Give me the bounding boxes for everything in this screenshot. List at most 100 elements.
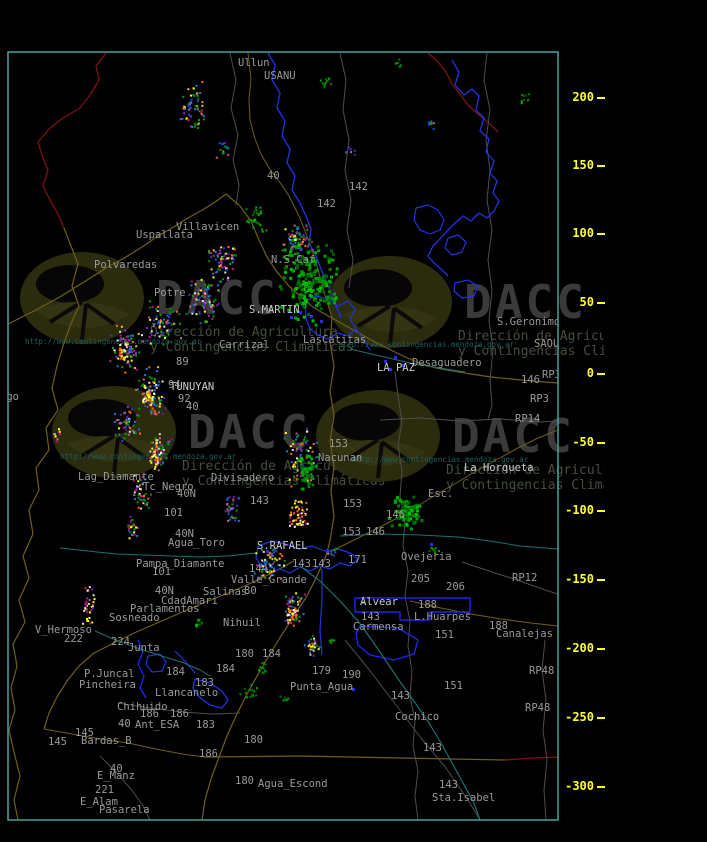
map-label: RP48 bbox=[529, 665, 554, 677]
map-label: Divisadero bbox=[211, 472, 274, 484]
radar-echo bbox=[86, 589, 89, 592]
radar-echo bbox=[219, 148, 222, 151]
radar-echo bbox=[197, 122, 200, 125]
radar-echo bbox=[271, 558, 274, 561]
radar-echo bbox=[125, 422, 128, 424]
radar-echo bbox=[154, 437, 157, 440]
radar-echo bbox=[406, 508, 410, 512]
radar-echo bbox=[228, 518, 231, 521]
radar-echo bbox=[396, 496, 399, 500]
radar-echo bbox=[212, 310, 215, 313]
radar-echo bbox=[313, 646, 316, 649]
radar-echo bbox=[297, 523, 300, 526]
radar-echo bbox=[93, 598, 96, 601]
radar-echo bbox=[166, 329, 169, 332]
radar-echo bbox=[286, 450, 288, 453]
map-label: Cochico bbox=[395, 711, 439, 723]
radar-echo bbox=[315, 644, 318, 647]
radar-echo bbox=[297, 460, 300, 463]
radar-echo bbox=[230, 507, 232, 510]
map-label: Valle_Grande bbox=[231, 574, 307, 586]
radar-echo bbox=[300, 293, 304, 297]
radar-echo bbox=[88, 611, 91, 614]
radar-echo bbox=[149, 332, 152, 335]
map-label: 143 bbox=[423, 742, 442, 754]
radar-echo bbox=[289, 239, 292, 242]
radar-echo bbox=[188, 293, 191, 296]
map-label: Sosneado bbox=[109, 612, 160, 624]
radar-echo bbox=[144, 503, 147, 506]
radar-echo bbox=[113, 349, 116, 352]
map-label: Canalejas bbox=[496, 628, 553, 640]
radar-echo bbox=[157, 305, 159, 308]
radar-echo bbox=[136, 534, 139, 537]
radar-echo bbox=[146, 406, 149, 408]
radar-echo bbox=[227, 513, 230, 516]
radar-echo bbox=[316, 245, 320, 249]
radar-echo bbox=[193, 94, 196, 97]
radar-echo bbox=[153, 403, 156, 406]
map-label: 146 bbox=[386, 509, 405, 521]
radar-echo bbox=[292, 609, 295, 611]
radar-echo bbox=[319, 286, 323, 290]
radar-echo bbox=[156, 310, 159, 312]
radar-echo bbox=[295, 247, 297, 250]
radar-echo bbox=[300, 597, 303, 599]
radar-echo bbox=[319, 298, 323, 302]
radar-echo bbox=[197, 620, 200, 623]
radar-echo bbox=[252, 213, 255, 216]
map-label: RP48 bbox=[525, 702, 550, 714]
radar-echo bbox=[311, 450, 314, 453]
radar-echo bbox=[283, 696, 286, 699]
radar-echo bbox=[145, 368, 148, 370]
radar-echo bbox=[283, 243, 286, 246]
radar-echo bbox=[309, 651, 311, 654]
map-label: 184 bbox=[216, 663, 235, 675]
radar-echo bbox=[296, 618, 298, 621]
radar-echo bbox=[157, 320, 160, 323]
radar-echo bbox=[130, 359, 133, 362]
radar-echo bbox=[295, 519, 298, 522]
radar-echo bbox=[307, 485, 311, 489]
radar-echo bbox=[305, 281, 309, 285]
radar-echo bbox=[296, 514, 299, 517]
radar-echo bbox=[140, 384, 143, 387]
radar-echo bbox=[234, 519, 237, 522]
radar-echo bbox=[163, 318, 165, 321]
radar-echo bbox=[137, 494, 140, 496]
radar-echo bbox=[134, 420, 137, 423]
radar-echo bbox=[304, 300, 308, 304]
radar-echo bbox=[124, 339, 127, 341]
radar-echo bbox=[305, 501, 308, 504]
radar-echo bbox=[306, 274, 310, 278]
radar-echo bbox=[123, 420, 126, 423]
radar-echo bbox=[325, 297, 329, 301]
radar-echo bbox=[299, 464, 303, 468]
radar-echo bbox=[310, 284, 314, 288]
radar-echo bbox=[152, 455, 155, 458]
radar-echo bbox=[217, 253, 220, 256]
radar-echo bbox=[150, 377, 153, 380]
radar-echo bbox=[86, 611, 89, 614]
map-label: Uspallata bbox=[136, 229, 193, 241]
radar-echo bbox=[212, 315, 215, 318]
map-label: 180 bbox=[235, 648, 254, 660]
radar-echo bbox=[118, 354, 121, 357]
radar-echo bbox=[119, 347, 121, 350]
radar-echo bbox=[255, 694, 258, 697]
radar-echo bbox=[409, 527, 413, 531]
radar-echo bbox=[232, 500, 235, 503]
radar-echo bbox=[154, 461, 157, 464]
radar-echo bbox=[131, 429, 134, 432]
radar-echo bbox=[181, 117, 184, 120]
radar-echo bbox=[162, 451, 165, 454]
radar-echo bbox=[309, 467, 312, 471]
radar-echo bbox=[317, 249, 321, 253]
radar-echo bbox=[225, 252, 228, 255]
map-label: 153 bbox=[342, 526, 361, 538]
radar-echo bbox=[289, 619, 291, 622]
radar-echo bbox=[230, 257, 233, 260]
radar-echo bbox=[196, 94, 199, 97]
radar-echo bbox=[201, 622, 203, 625]
radar-echo bbox=[323, 84, 326, 87]
